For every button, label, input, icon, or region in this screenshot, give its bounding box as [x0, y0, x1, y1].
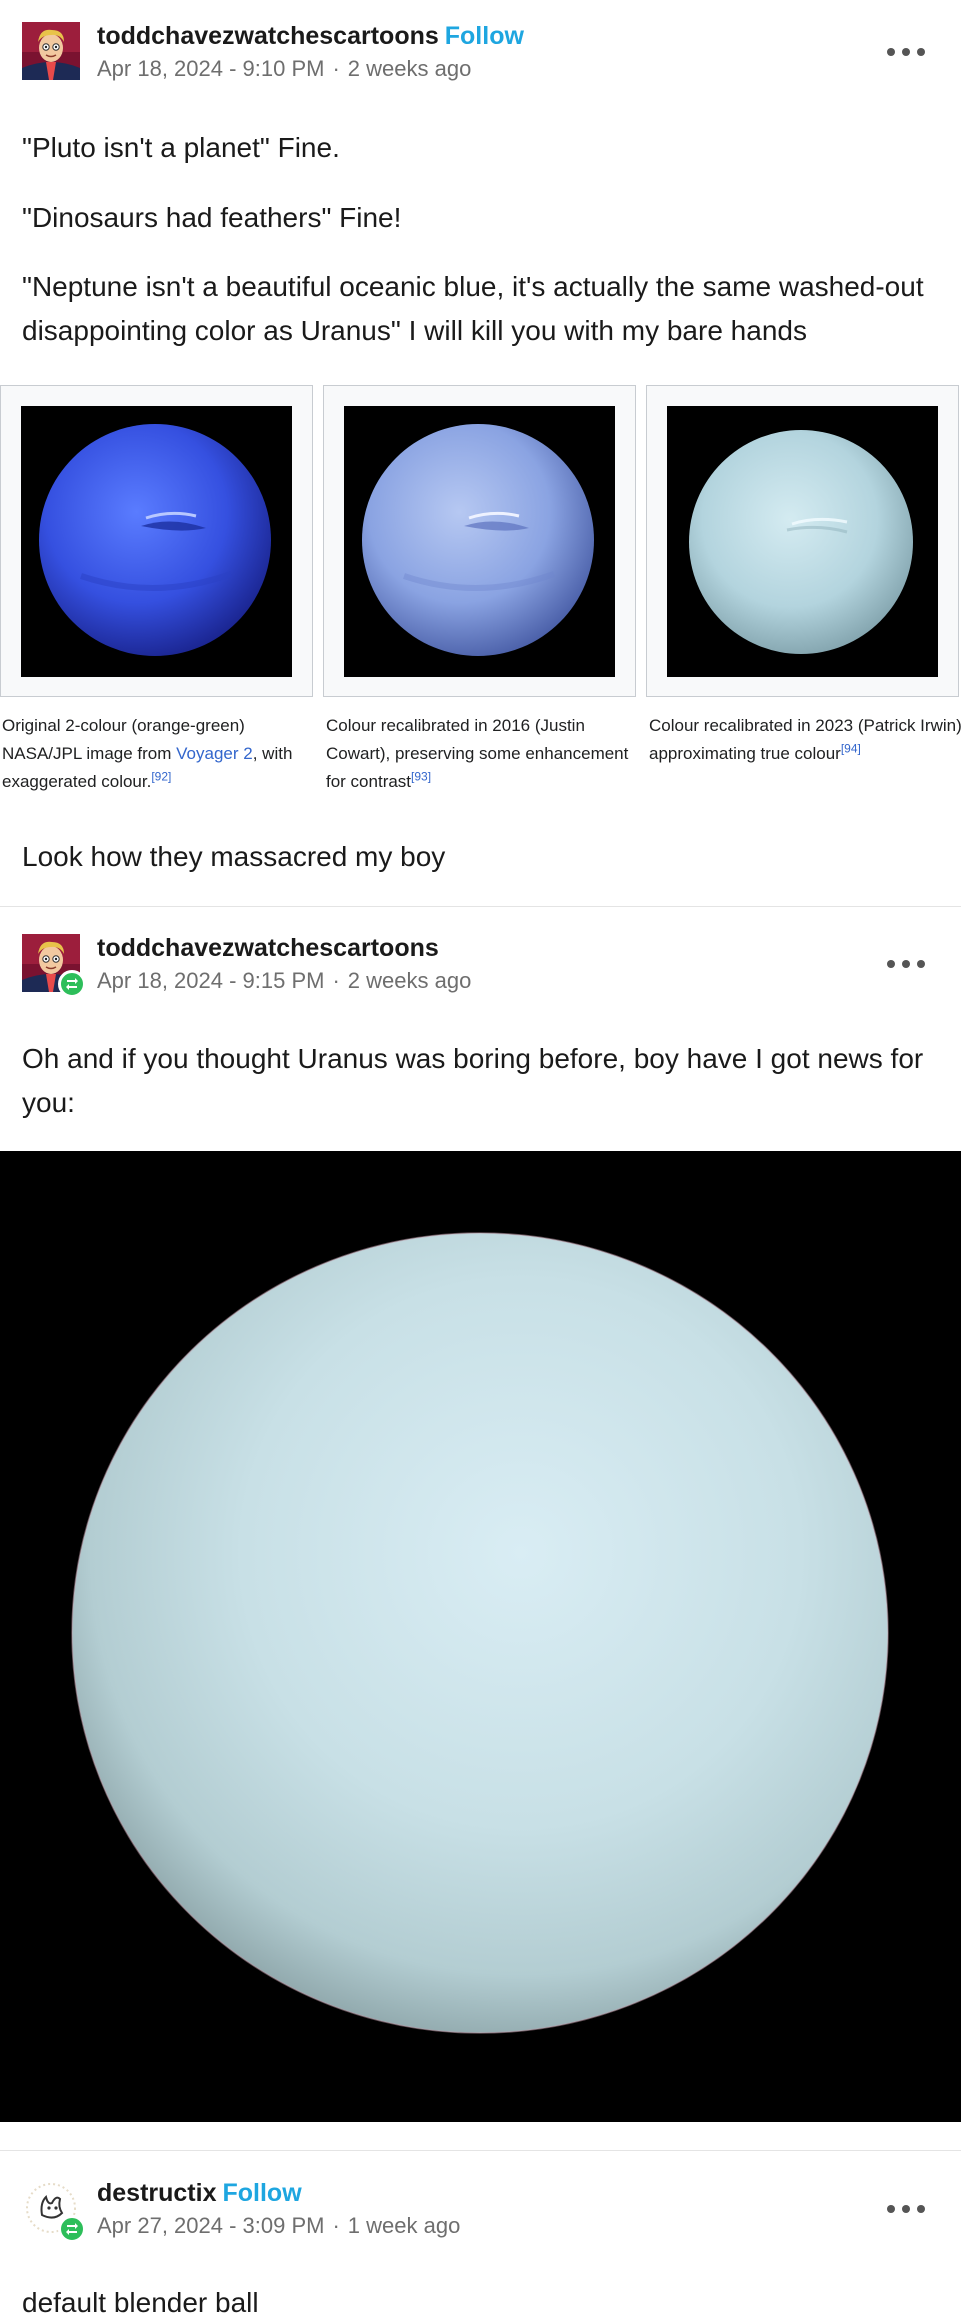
more-options-icon[interactable] — [887, 954, 925, 974]
post-paragraph: "Dinosaurs had feathers" Fine! — [22, 202, 402, 233]
separator-dot: · — [332, 56, 340, 81]
citation-link[interactable]: [93] — [411, 769, 431, 783]
relative-time: 2 weeks ago — [347, 56, 472, 81]
reblog-header: toddchavezwatchescartoons Apr 18, 2024 -… — [0, 930, 961, 1000]
reblog-icon — [58, 2215, 86, 2243]
relative-time: 2 weeks ago — [347, 968, 472, 993]
neptune-2016-image[interactable] — [344, 406, 615, 677]
blog-name[interactable]: destructix — [97, 2179, 216, 2207]
wikipedia-image-comparison: Original 2-colour (orange-green) NASA/JP… — [0, 385, 961, 795]
blog-avatar[interactable] — [22, 22, 80, 80]
post-paragraph: "Pluto isn't a planet" Fine. — [22, 132, 340, 163]
post-timestamp[interactable]: Apr 27, 2024 - 3:09 PM — [97, 2213, 324, 2238]
reblog-icon — [58, 970, 86, 998]
more-options-icon[interactable] — [887, 42, 925, 62]
post-divider — [0, 2150, 961, 2151]
image-caption: Colour recalibrated in 2016 (Justin Cowa… — [326, 716, 629, 791]
voyager-link[interactable]: Voyager 2 — [176, 744, 253, 763]
post-divider — [0, 906, 961, 907]
reblog-header: destructix Follow Apr 27, 2024 - 3:09 PM ·… — [0, 2175, 961, 2245]
neptune-2023-frame — [646, 385, 959, 697]
post-timestamp[interactable]: Apr 18, 2024 - 9:15 PM — [97, 968, 324, 993]
post-paragraph: default blender ball — [22, 2287, 259, 2318]
neptune-original-frame — [0, 385, 313, 697]
post-paragraph: Oh and if you thought Uranus was boring … — [22, 1043, 924, 1118]
image-caption: Original 2-colour (orange-green) NASA/JP… — [2, 716, 293, 791]
separator-dot: · — [332, 2213, 340, 2238]
avatar-image — [22, 22, 80, 80]
follow-button[interactable]: Follow — [222, 2179, 301, 2207]
more-options-icon[interactable] — [887, 2199, 925, 2219]
blog-name[interactable]: toddchavezwatchescartoons — [97, 934, 439, 962]
citation-link[interactable]: [94] — [841, 741, 861, 755]
follow-button[interactable]: Follow — [445, 22, 524, 50]
separator-dot: · — [332, 968, 340, 993]
relative-time: 1 week ago — [347, 2213, 461, 2238]
uranus-image[interactable] — [0, 1151, 961, 2122]
post-header: toddchavezwatchescartoons Follow Apr 18, … — [0, 18, 961, 88]
image-caption: Colour recalibrated in 2023 (Patrick Irw… — [649, 716, 961, 763]
neptune-2016-frame — [323, 385, 636, 697]
neptune-original-image[interactable] — [21, 406, 292, 677]
blog-name[interactable]: toddchavezwatchescartoons — [97, 22, 439, 50]
post-paragraph: Look how they massacred my boy — [22, 841, 446, 872]
neptune-2023-image[interactable] — [667, 406, 938, 677]
post-timestamp[interactable]: Apr 18, 2024 - 9:10 PM — [97, 56, 324, 81]
citation-link[interactable]: [92] — [151, 769, 171, 783]
post-paragraph: "Neptune isn't a beautiful oceanic blue,… — [22, 271, 924, 346]
